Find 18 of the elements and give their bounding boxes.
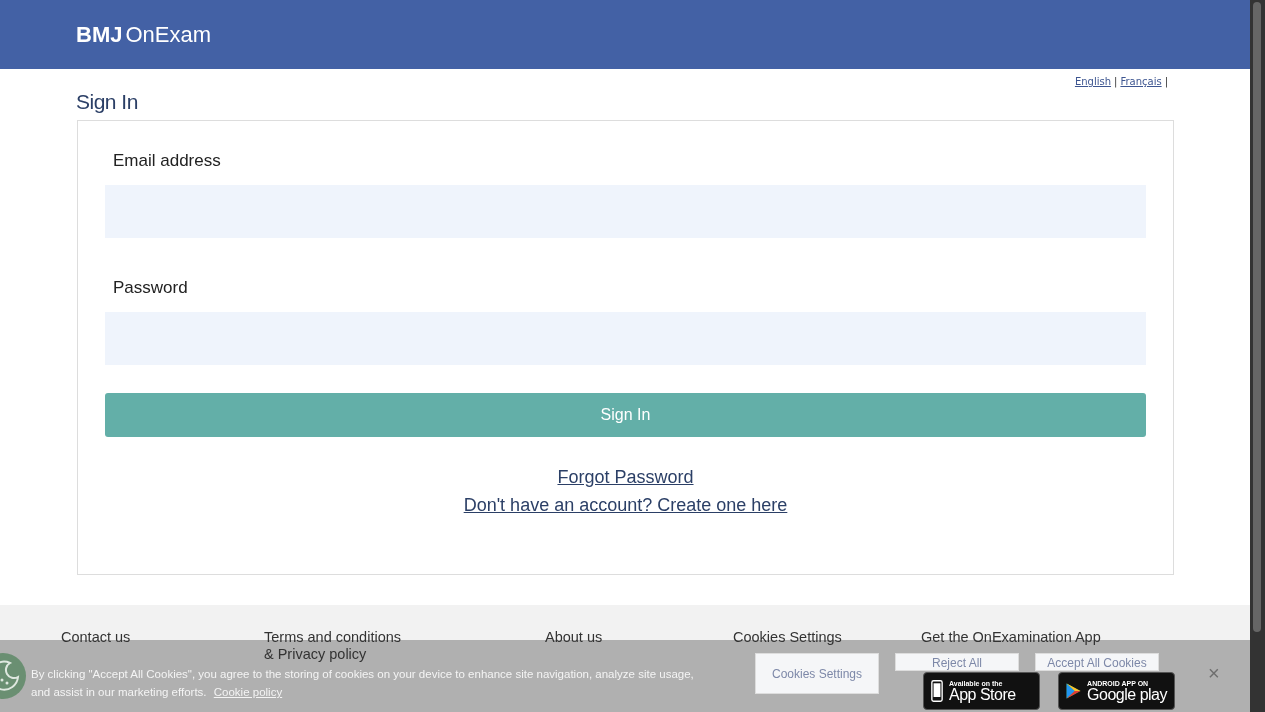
footer-link[interactable]: Cookies Settings — [733, 629, 842, 646]
separator: | — [1164, 76, 1168, 90]
language-link[interactable]: English — [1074, 76, 1112, 90]
footer-link[interactable]: About us — [545, 629, 603, 646]
field-label: Password — [113, 278, 189, 298]
footer-link[interactable]: Terms and conditions & Privacy policy — [264, 629, 401, 663]
page-title: Sign In — [76, 90, 139, 114]
form-link[interactable]: Don't have an account? Create one here — [463, 495, 788, 516]
phone-icon — [931, 679, 943, 703]
logo[interactable]: BMJ OnExam — [76, 21, 212, 48]
form-link[interactable]: Forgot Password — [557, 467, 694, 488]
cookie-notice: By clicking "Accept All Cookies", you agree to the storing of cookies on your device to enhance site navigation, analyze site usage, and assist in our marketing efforts. Cookie policy — [31, 667, 695, 700]
language-link[interactable]: Français — [1120, 76, 1162, 90]
field-label: Email address — [113, 151, 222, 171]
separator: | — [1114, 76, 1118, 90]
footer-link[interactable]: Contact us — [61, 629, 131, 646]
app-heading: Get the OnExamination App — [921, 629, 1102, 646]
scrollbar[interactable] — [1250, 0, 1265, 712]
